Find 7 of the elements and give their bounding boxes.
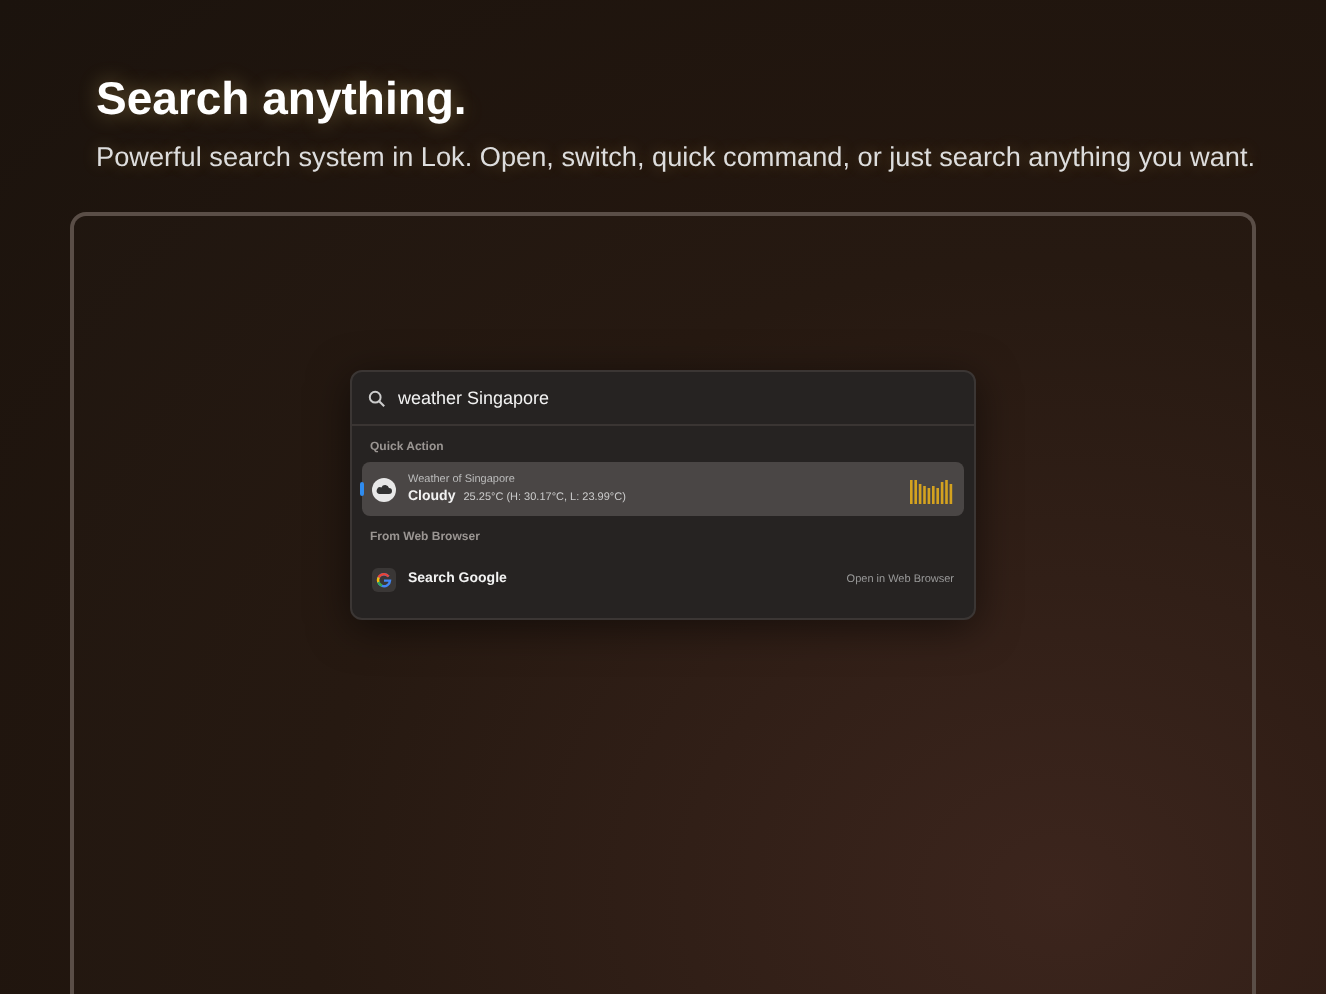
temperature-sparkline <box>910 475 954 503</box>
page-subtitle: Powerful search system in Lok. Open, switch, quick command, or just search anything you want. <box>96 142 1256 172</box>
search-icon <box>368 389 386 407</box>
page-title: Search anything. <box>96 72 467 126</box>
search-field[interactable]: weather Singapore <box>398 388 918 408</box>
google-logo-icon <box>372 567 396 591</box>
cloud-icon <box>372 477 396 501</box>
